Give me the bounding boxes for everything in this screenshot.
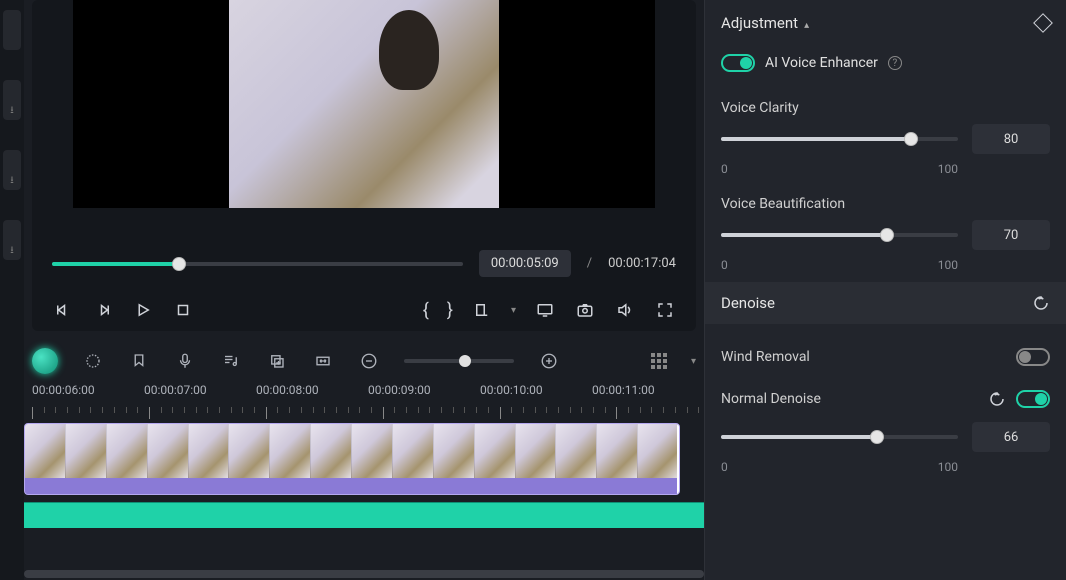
video-preview[interactable] — [73, 0, 655, 208]
monitor-icon[interactable] — [534, 299, 556, 321]
ruler-label: 00:00:11:00 — [592, 383, 704, 397]
normal-denoise-label: Normal Denoise — [721, 391, 821, 407]
timeline-ruler[interactable]: 00:00:06:00 00:00:07:00 00:00:08:00 00:0… — [24, 383, 704, 421]
chevron-down-icon[interactable]: ▾ — [511, 305, 516, 316]
reset-icon[interactable] — [1032, 294, 1050, 312]
normal-denoise-block: 66 0 100 — [721, 422, 1050, 474]
zoom-in-icon[interactable] — [538, 350, 560, 372]
ai-assistant-icon[interactable] — [32, 348, 58, 374]
adjustment-panel: Adjustment ▴ AI Voice Enhancer ? Voice Cl… — [704, 0, 1066, 580]
slider-max: 100 — [938, 460, 958, 474]
rail-item[interactable]: ⭳ — [3, 150, 21, 190]
playback-strip: 00:00:05:09 / 00:00:17:04 — [52, 250, 676, 277]
ai-voice-enhancer-row: AI Voice Enhancer ? — [721, 54, 1050, 72]
normal-denoise-toggle[interactable] — [1016, 390, 1050, 408]
total-time: 00:00:17:04 — [608, 256, 676, 271]
collapse-triangle-icon: ▴ — [804, 20, 809, 31]
snapshot-icon[interactable] — [574, 299, 596, 321]
play-icon[interactable] — [132, 299, 154, 321]
chevron-down-icon[interactable]: ▾ — [691, 356, 696, 367]
ruler-label: 00:00:07:00 — [144, 383, 256, 397]
stop-icon[interactable] — [172, 299, 194, 321]
ruler-label: 00:00:09:00 — [368, 383, 480, 397]
marker-icon[interactable] — [128, 350, 150, 372]
help-icon[interactable]: ? — [888, 56, 902, 70]
voice-clarity-block: Voice Clarity 80 0 100 — [721, 100, 1050, 176]
step-back-icon[interactable] — [52, 299, 74, 321]
normal-denoise-row: Normal Denoise — [721, 390, 1050, 408]
volume-icon[interactable] — [614, 299, 636, 321]
mark-in-icon[interactable]: { — [423, 300, 429, 321]
music-list-icon[interactable] — [220, 350, 242, 372]
slider-max: 100 — [938, 258, 958, 272]
step-forward-icon[interactable] — [92, 299, 114, 321]
fullscreen-icon[interactable] — [654, 299, 676, 321]
playback-progress[interactable] — [52, 262, 463, 266]
mark-out-icon[interactable]: } — [447, 300, 453, 321]
settings-dial-icon[interactable] — [82, 350, 104, 372]
denoise-title: Denoise — [721, 294, 775, 312]
horizontal-scrollbar[interactable] — [24, 570, 704, 578]
slider-min: 0 — [721, 460, 728, 474]
main-area: 00:00:05:09 / 00:00:17:04 { } ▾ — [24, 0, 704, 580]
wind-removal-label: Wind Removal — [721, 349, 810, 365]
timeline-toolbar: ▾ — [24, 339, 704, 383]
zoom-out-icon[interactable] — [358, 350, 380, 372]
copy-add-icon[interactable] — [266, 350, 288, 372]
voice-clarity-value[interactable]: 80 — [972, 124, 1050, 154]
reset-icon[interactable] — [988, 390, 1006, 408]
wind-removal-toggle[interactable] — [1016, 348, 1050, 366]
rail-item[interactable]: ⭳ — [3, 80, 21, 120]
section-header-adjustment[interactable]: Adjustment ▴ — [721, 14, 1050, 32]
adjustment-title: Adjustment — [721, 14, 798, 32]
microphone-icon[interactable] — [174, 350, 196, 372]
view-grid-icon[interactable] — [651, 353, 667, 369]
audio-track[interactable] — [24, 502, 704, 528]
preview-container: 00:00:05:09 / 00:00:17:04 { } ▾ — [32, 0, 696, 331]
video-track[interactable] — [24, 423, 704, 499]
zoom-slider[interactable] — [404, 359, 514, 363]
current-time[interactable]: 00:00:05:09 — [479, 250, 571, 277]
section-header-denoise[interactable]: Denoise — [705, 282, 1066, 324]
ruler-label: 00:00:08:00 — [256, 383, 368, 397]
voice-beautification-slider[interactable] — [721, 233, 958, 237]
voice-beautification-label: Voice Beautification — [721, 196, 1050, 212]
playback-controls: { } ▾ — [52, 299, 676, 321]
keyframe-diamond-icon[interactable] — [1033, 13, 1053, 33]
rail-item[interactable]: ⭳ — [3, 220, 21, 260]
video-clip[interactable] — [24, 423, 680, 495]
preview-thumbnail — [229, 0, 499, 208]
clip-edge-handle[interactable] — [677, 424, 680, 495]
voice-beautification-block: Voice Beautification 70 0 100 — [721, 196, 1050, 272]
ruler-label: 00:00:06:00 — [32, 383, 144, 397]
slider-min: 0 — [721, 162, 728, 176]
voice-clarity-slider[interactable] — [721, 137, 958, 141]
rail-item[interactable] — [3, 10, 21, 50]
voice-beautification-value[interactable]: 70 — [972, 220, 1050, 250]
normal-denoise-value[interactable]: 66 — [972, 422, 1050, 452]
resize-icon[interactable] — [312, 350, 334, 372]
crop-dropdown-icon[interactable] — [471, 299, 493, 321]
left-tool-rail: ⭳ ⭳ ⭳ — [0, 0, 24, 580]
wind-removal-row: Wind Removal — [721, 348, 1050, 366]
ruler-label: 00:00:10:00 — [480, 383, 592, 397]
ai-voice-enhancer-toggle[interactable] — [721, 54, 755, 72]
voice-clarity-label: Voice Clarity — [721, 100, 1050, 116]
slider-min: 0 — [721, 258, 728, 272]
preview-pane: 00:00:05:09 / 00:00:17:04 { } ▾ — [24, 0, 704, 339]
normal-denoise-slider[interactable] — [721, 435, 958, 439]
slider-max: 100 — [938, 162, 958, 176]
time-separator: / — [587, 256, 592, 271]
timeline: 00:00:06:00 00:00:07:00 00:00:08:00 00:0… — [24, 383, 704, 580]
ai-voice-enhancer-label: AI Voice Enhancer — [765, 55, 878, 71]
